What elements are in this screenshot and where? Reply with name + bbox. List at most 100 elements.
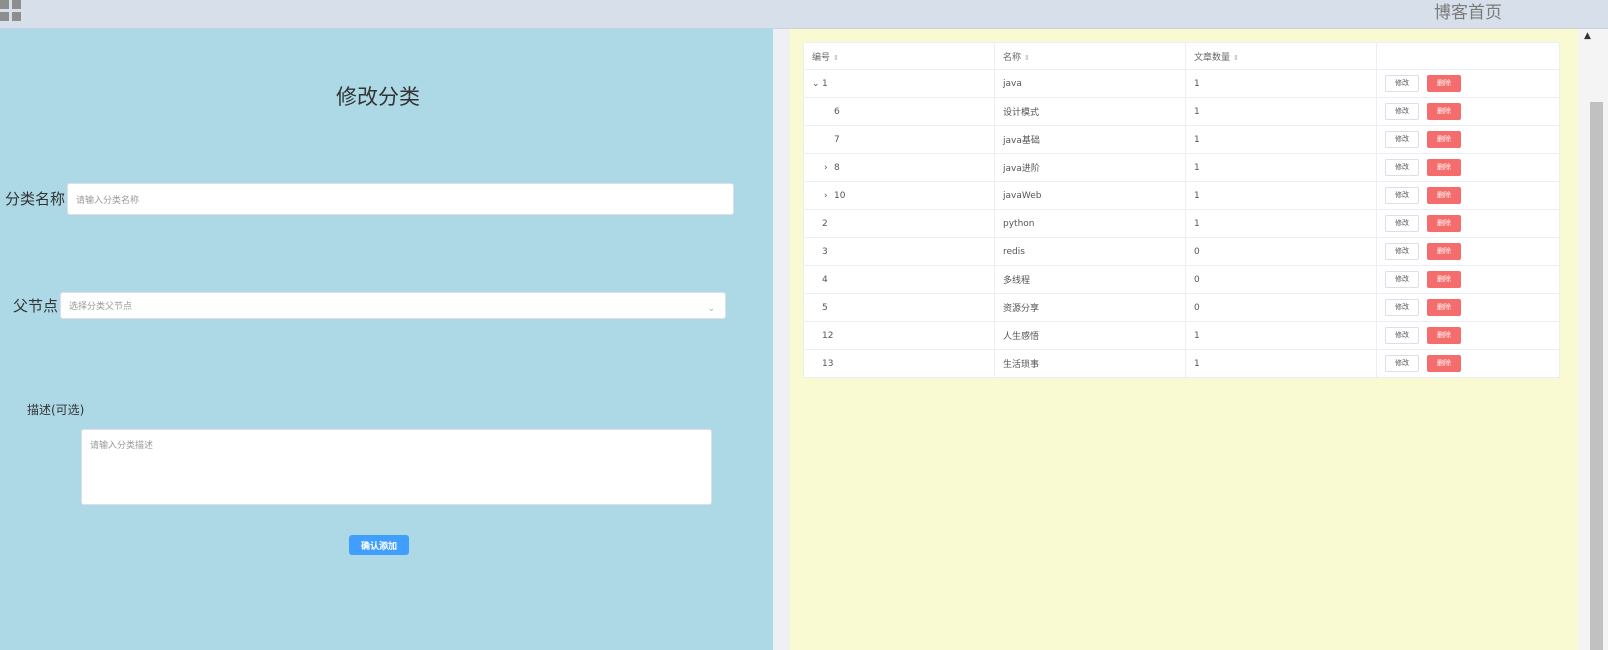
cell-name: redis (994, 237, 1186, 266)
cell-name: 人生感悟 (994, 321, 1186, 350)
cell-count: 1 (1185, 69, 1377, 98)
sort-icon[interactable]: ⇕ (833, 54, 839, 62)
scroll-up-arrow-icon[interactable]: ▲ (1584, 31, 1591, 41)
delete-button[interactable]: 删除 (1427, 327, 1461, 344)
cell-id: 5 (803, 293, 995, 322)
form-title: 修改分类 (336, 85, 420, 109)
edit-button[interactable]: 修改 (1385, 103, 1419, 120)
edit-button[interactable]: 修改 (1385, 187, 1419, 204)
delete-button[interactable]: 删除 (1427, 187, 1461, 204)
table-row: 2 python 1 修改 删除 (803, 209, 1560, 238)
cell-actions: 修改 删除 (1376, 125, 1560, 154)
category-table: 编号 ⇕ 名称 ⇕ 文章数量 ⇕ ⌄ 1 java 1 修改 删除 6 设计模式 1 修改 删除 7 java… (803, 42, 1560, 378)
edit-button[interactable]: 修改 (1385, 159, 1419, 176)
cell-id: 2 (803, 209, 995, 238)
scrollbar-thumb[interactable] (1590, 102, 1603, 650)
cell-id: 13 (803, 349, 995, 378)
delete-button[interactable]: 删除 (1427, 243, 1461, 260)
cell-actions: 修改 删除 (1376, 181, 1560, 210)
category-name-input[interactable]: 请输入分类名称 (67, 183, 734, 215)
edit-button[interactable]: 修改 (1385, 355, 1419, 372)
description-textarea[interactable] (81, 429, 712, 505)
cell-name: java基础 (994, 125, 1186, 154)
expand-toggle-icon[interactable]: ⌄ (812, 79, 822, 89)
delete-button[interactable]: 删除 (1427, 159, 1461, 176)
table-row: › 10 javaWeb 1 修改 删除 (803, 181, 1560, 210)
cell-actions: 修改 删除 (1376, 321, 1560, 350)
delete-button[interactable]: 删除 (1427, 271, 1461, 288)
category-table-panel: 编号 ⇕ 名称 ⇕ 文章数量 ⇕ ⌄ 1 java 1 修改 删除 6 设计模式 1 修改 删除 7 java… (790, 29, 1578, 650)
cell-count: 1 (1185, 321, 1377, 350)
cell-name: java (994, 69, 1186, 98)
edit-button[interactable]: 修改 (1385, 243, 1419, 260)
sort-icon[interactable]: ⇕ (1233, 54, 1239, 62)
cell-id: 6 (803, 97, 995, 126)
cell-actions: 修改 删除 (1376, 349, 1560, 378)
table-row: 7 java基础 1 修改 删除 (803, 125, 1560, 154)
table-header-row: 编号 ⇕ 名称 ⇕ 文章数量 ⇕ (803, 42, 1560, 70)
table-row: 13 生活琐事 1 修改 删除 (803, 349, 1560, 378)
panel-divider (773, 29, 790, 650)
cell-id: › 8 (803, 153, 995, 182)
cell-name: 资源分享 (994, 293, 1186, 322)
cell-count: 1 (1185, 181, 1377, 210)
parent-node-label: 父节点 (13, 297, 59, 315)
top-bar: 博客首页 (0, 0, 1608, 29)
cell-actions: 修改 删除 (1376, 237, 1560, 266)
expand-toggle-icon[interactable]: › (824, 163, 834, 173)
edit-button[interactable]: 修改 (1385, 131, 1419, 148)
cell-name: 多线程 (994, 265, 1186, 294)
delete-button[interactable]: 删除 (1427, 131, 1461, 148)
cell-id: 4 (803, 265, 995, 294)
delete-button[interactable]: 删除 (1427, 75, 1461, 92)
edit-button[interactable]: 修改 (1385, 215, 1419, 232)
delete-button[interactable]: 删除 (1427, 355, 1461, 372)
cell-actions: 修改 删除 (1376, 209, 1560, 238)
delete-button[interactable]: 删除 (1427, 299, 1461, 316)
cell-count: 1 (1185, 153, 1377, 182)
cell-count: 1 (1185, 125, 1377, 154)
edit-button[interactable]: 修改 (1385, 299, 1419, 316)
edit-button[interactable]: 修改 (1385, 271, 1419, 288)
cell-name: 设计模式 (994, 97, 1186, 126)
grid-icon[interactable] (0, 0, 22, 22)
cell-name: python (994, 209, 1186, 238)
header-count[interactable]: 文章数量 ⇕ (1185, 42, 1377, 70)
cell-id: ⌄ 1 (803, 69, 995, 98)
cell-count: 1 (1185, 209, 1377, 238)
parent-node-select[interactable]: 选择分类父节点 ⌄ (60, 292, 726, 319)
cell-id: 12 (803, 321, 995, 350)
cell-name: 生活琐事 (994, 349, 1186, 378)
cell-count: 1 (1185, 97, 1377, 126)
table-row: 3 redis 0 修改 删除 (803, 237, 1560, 266)
chevron-down-icon: ⌄ (707, 304, 715, 314)
table-row: 5 资源分享 0 修改 删除 (803, 293, 1560, 322)
description-label: 描述(可选) (27, 403, 85, 417)
table-row: ⌄ 1 java 1 修改 删除 (803, 69, 1560, 98)
cell-actions: 修改 删除 (1376, 69, 1560, 98)
blog-home-link[interactable]: 博客首页 (1434, 0, 1502, 23)
edit-button[interactable]: 修改 (1385, 327, 1419, 344)
cell-id: 3 (803, 237, 995, 266)
edit-category-form: 修改分类 分类名称 请输入分类名称 父节点 选择分类父节点 ⌄ 描述(可选) 确… (0, 29, 773, 650)
table-row: 6 设计模式 1 修改 删除 (803, 97, 1560, 126)
delete-button[interactable]: 删除 (1427, 103, 1461, 120)
table-row: 12 人生感悟 1 修改 删除 (803, 321, 1560, 350)
header-name[interactable]: 名称 ⇕ (994, 42, 1186, 70)
cell-count: 0 (1185, 293, 1377, 322)
table-row: › 8 java进阶 1 修改 删除 (803, 153, 1560, 182)
confirm-add-button[interactable]: 确认添加 (349, 535, 409, 555)
cell-count: 1 (1185, 349, 1377, 378)
cell-id: › 10 (803, 181, 995, 210)
expand-toggle-icon[interactable]: › (824, 191, 834, 201)
sort-icon[interactable]: ⇕ (1024, 54, 1030, 62)
header-id[interactable]: 编号 ⇕ (803, 42, 995, 70)
cell-actions: 修改 删除 (1376, 97, 1560, 126)
parent-node-placeholder: 选择分类父节点 (69, 302, 133, 312)
category-name-label: 分类名称 (5, 190, 66, 208)
cell-name: javaWeb (994, 181, 1186, 210)
delete-button[interactable]: 删除 (1427, 215, 1461, 232)
cell-id: 7 (803, 125, 995, 154)
cell-actions: 修改 删除 (1376, 153, 1560, 182)
edit-button[interactable]: 修改 (1385, 75, 1419, 92)
